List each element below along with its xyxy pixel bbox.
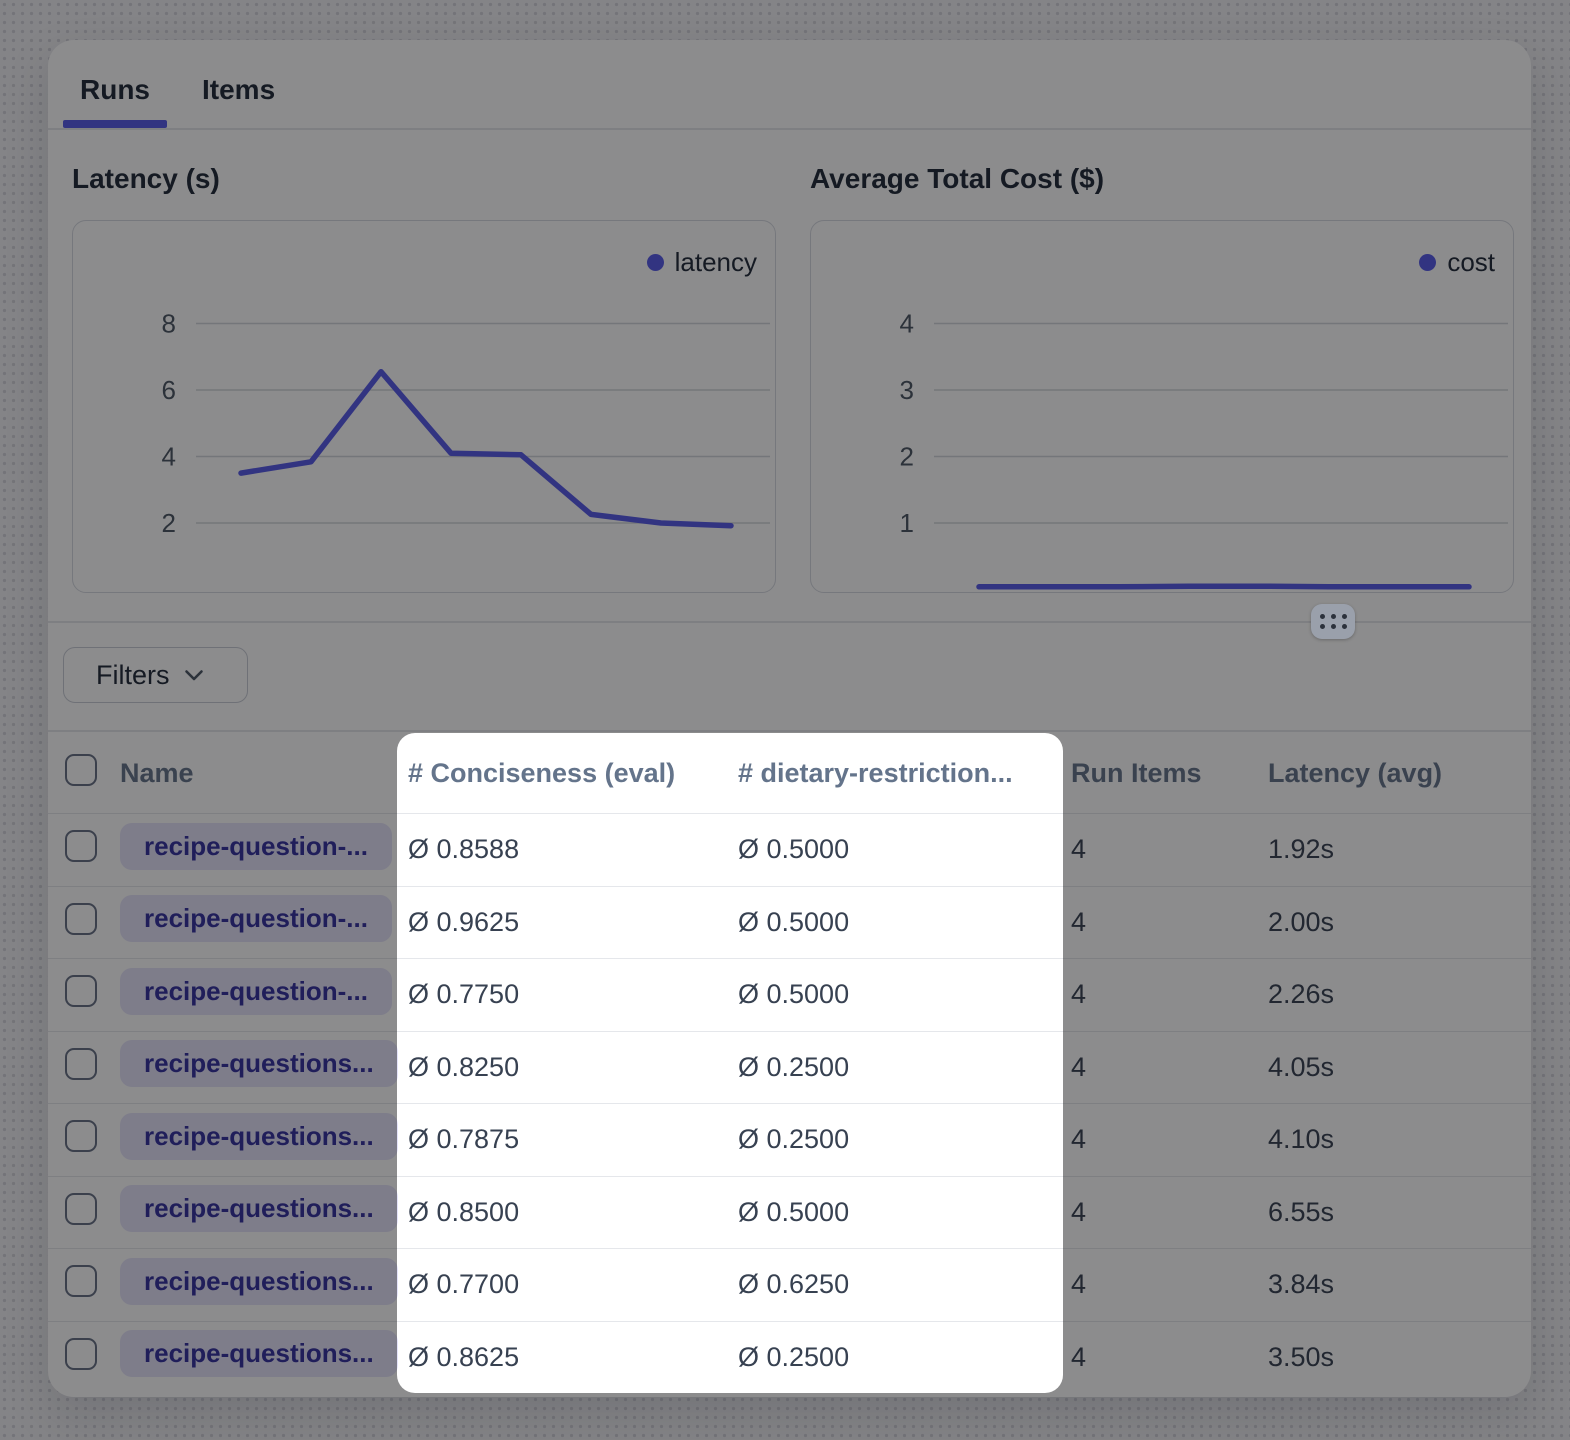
conciseness-cell: Ø 0.8500 <box>408 1197 738 1228</box>
latency-cell: 4.10s <box>1268 1124 1531 1155</box>
filters-button[interactable]: Filters <box>63 647 248 703</box>
table-row[interactable]: recipe-questions... Ø 0.8500 Ø 0.5000 4 … <box>48 1176 1531 1249</box>
latency-cell: 3.50s <box>1268 1342 1531 1373</box>
dietary-cell: Ø 0.5000 <box>738 979 1071 1010</box>
latency-legend-label: latency <box>675 247 757 278</box>
svg-text:3: 3 <box>900 375 914 405</box>
runs-table: Name # Conciseness (eval) # dietary-rest… <box>48 733 1531 1393</box>
run-items-cell: 4 <box>1071 1052 1268 1083</box>
table-row[interactable]: recipe-questions... Ø 0.8250 Ø 0.2500 4 … <box>48 1031 1531 1104</box>
column-header-latency-avg[interactable]: Latency (avg) <box>1268 758 1531 789</box>
page-background: Runs Items Latency (s) Average Total Cos… <box>0 0 1570 1440</box>
run-items-cell: 4 <box>1071 907 1268 938</box>
row-checkbox[interactable] <box>65 1048 97 1080</box>
column-header-name[interactable]: Name <box>120 758 408 789</box>
latency-cell: 4.05s <box>1268 1052 1531 1083</box>
latency-cell: 3.84s <box>1268 1269 1531 1300</box>
latency-chart-title: Latency (s) <box>72 162 220 196</box>
latency-cell: 2.00s <box>1268 907 1531 938</box>
column-header-run-items[interactable]: Run Items <box>1071 758 1268 789</box>
table-row[interactable]: recipe-question-... Ø 0.7750 Ø 0.5000 4 … <box>48 958 1531 1031</box>
dietary-cell: Ø 0.5000 <box>738 1197 1071 1228</box>
run-items-cell: 4 <box>1071 1269 1268 1300</box>
dietary-cell: Ø 0.6250 <box>738 1269 1071 1300</box>
run-items-cell: 4 <box>1071 1342 1268 1373</box>
filters-button-label: Filters <box>96 660 170 691</box>
dietary-cell: Ø 0.5000 <box>738 907 1071 938</box>
tab-items-label: Items <box>202 74 275 106</box>
charts-divider <box>48 621 1531 623</box>
cost-legend-label: cost <box>1447 247 1495 278</box>
run-name-badge[interactable]: recipe-questions... <box>120 1330 398 1377</box>
run-items-cell: 4 <box>1071 1197 1268 1228</box>
row-checkbox[interactable] <box>65 1120 97 1152</box>
cost-chart-panel: 4 3 2 1 cost <box>810 220 1514 593</box>
row-checkbox[interactable] <box>65 830 97 862</box>
row-checkbox[interactable] <box>65 903 97 935</box>
tab-runs[interactable]: Runs <box>63 52 167 128</box>
run-name-badge[interactable]: recipe-question-... <box>120 823 392 870</box>
svg-text:4: 4 <box>162 442 176 472</box>
main-panel: Runs Items Latency (s) Average Total Cos… <box>48 40 1531 1397</box>
cost-chart-legend: cost <box>1419 247 1495 278</box>
table-row[interactable]: recipe-questions... Ø 0.8625 Ø 0.2500 4 … <box>48 1321 1531 1394</box>
conciseness-cell: Ø 0.8250 <box>408 1052 738 1083</box>
run-items-cell: 4 <box>1071 834 1268 865</box>
svg-text:8: 8 <box>162 309 176 339</box>
run-name-badge[interactable]: recipe-question-... <box>120 968 392 1015</box>
conciseness-cell: Ø 0.7700 <box>408 1269 738 1300</box>
active-tab-indicator <box>63 120 167 128</box>
table-header-row: Name # Conciseness (eval) # dietary-rest… <box>48 733 1531 813</box>
dietary-cell: Ø 0.5000 <box>738 834 1071 865</box>
run-name-badge[interactable]: recipe-questions... <box>120 1185 398 1232</box>
run-name-badge[interactable]: recipe-questions... <box>120 1258 398 1305</box>
chevron-down-icon <box>184 669 204 682</box>
latency-legend-dot-icon <box>647 254 664 271</box>
svg-text:2: 2 <box>900 442 914 472</box>
run-items-cell: 4 <box>1071 1124 1268 1155</box>
run-name-badge[interactable]: recipe-questions... <box>120 1040 398 1087</box>
tab-bar: Runs Items <box>63 52 292 128</box>
conciseness-cell: Ø 0.7750 <box>408 979 738 1010</box>
tabbar-divider <box>48 128 1531 130</box>
conciseness-cell: Ø 0.8625 <box>408 1342 738 1373</box>
table-row[interactable]: recipe-question-... Ø 0.9625 Ø 0.5000 4 … <box>48 886 1531 959</box>
dietary-cell: Ø 0.2500 <box>738 1124 1071 1155</box>
cost-line-chart: 4 3 2 1 <box>811 221 1512 591</box>
latency-cell: 6.55s <box>1268 1197 1531 1228</box>
table-row[interactable]: recipe-questions... Ø 0.7700 Ø 0.6250 4 … <box>48 1248 1531 1321</box>
row-checkbox[interactable] <box>65 1265 97 1297</box>
conciseness-cell: Ø 0.8588 <box>408 834 738 865</box>
latency-cell: 1.92s <box>1268 834 1531 865</box>
tab-items[interactable]: Items <box>185 52 292 128</box>
conciseness-cell: Ø 0.9625 <box>408 907 738 938</box>
run-items-cell: 4 <box>1071 979 1268 1010</box>
table-row[interactable]: recipe-questions... Ø 0.7875 Ø 0.2500 4 … <box>48 1103 1531 1176</box>
row-checkbox[interactable] <box>65 975 97 1007</box>
svg-text:1: 1 <box>900 508 914 538</box>
tab-runs-label: Runs <box>80 74 150 106</box>
dietary-cell: Ø 0.2500 <box>738 1342 1071 1373</box>
dietary-cell: Ø 0.2500 <box>738 1052 1071 1083</box>
column-header-conciseness[interactable]: # Conciseness (eval) <box>408 758 738 789</box>
grip-dots-icon <box>1320 614 1347 629</box>
table-top-divider <box>48 730 1531 732</box>
cost-legend-dot-icon <box>1419 254 1436 271</box>
latency-chart-panel: 8 6 4 2 latency <box>72 220 776 593</box>
table-row[interactable]: recipe-question-... Ø 0.8588 Ø 0.5000 4 … <box>48 813 1531 886</box>
column-header-dietary-restriction[interactable]: # dietary-restriction... <box>738 758 1071 789</box>
row-checkbox[interactable] <box>65 1193 97 1225</box>
svg-text:2: 2 <box>162 508 176 538</box>
svg-text:6: 6 <box>162 375 176 405</box>
latency-cell: 2.26s <box>1268 979 1531 1010</box>
row-checkbox[interactable] <box>65 1338 97 1370</box>
latency-chart-legend: latency <box>647 247 757 278</box>
run-name-badge[interactable]: recipe-question-... <box>120 895 392 942</box>
run-name-badge[interactable]: recipe-questions... <box>120 1113 398 1160</box>
conciseness-cell: Ø 0.7875 <box>408 1124 738 1155</box>
select-all-checkbox[interactable] <box>65 754 97 786</box>
cost-chart-title: Average Total Cost ($) <box>810 162 1104 196</box>
drag-handle[interactable] <box>1311 604 1355 639</box>
svg-text:4: 4 <box>900 309 914 339</box>
